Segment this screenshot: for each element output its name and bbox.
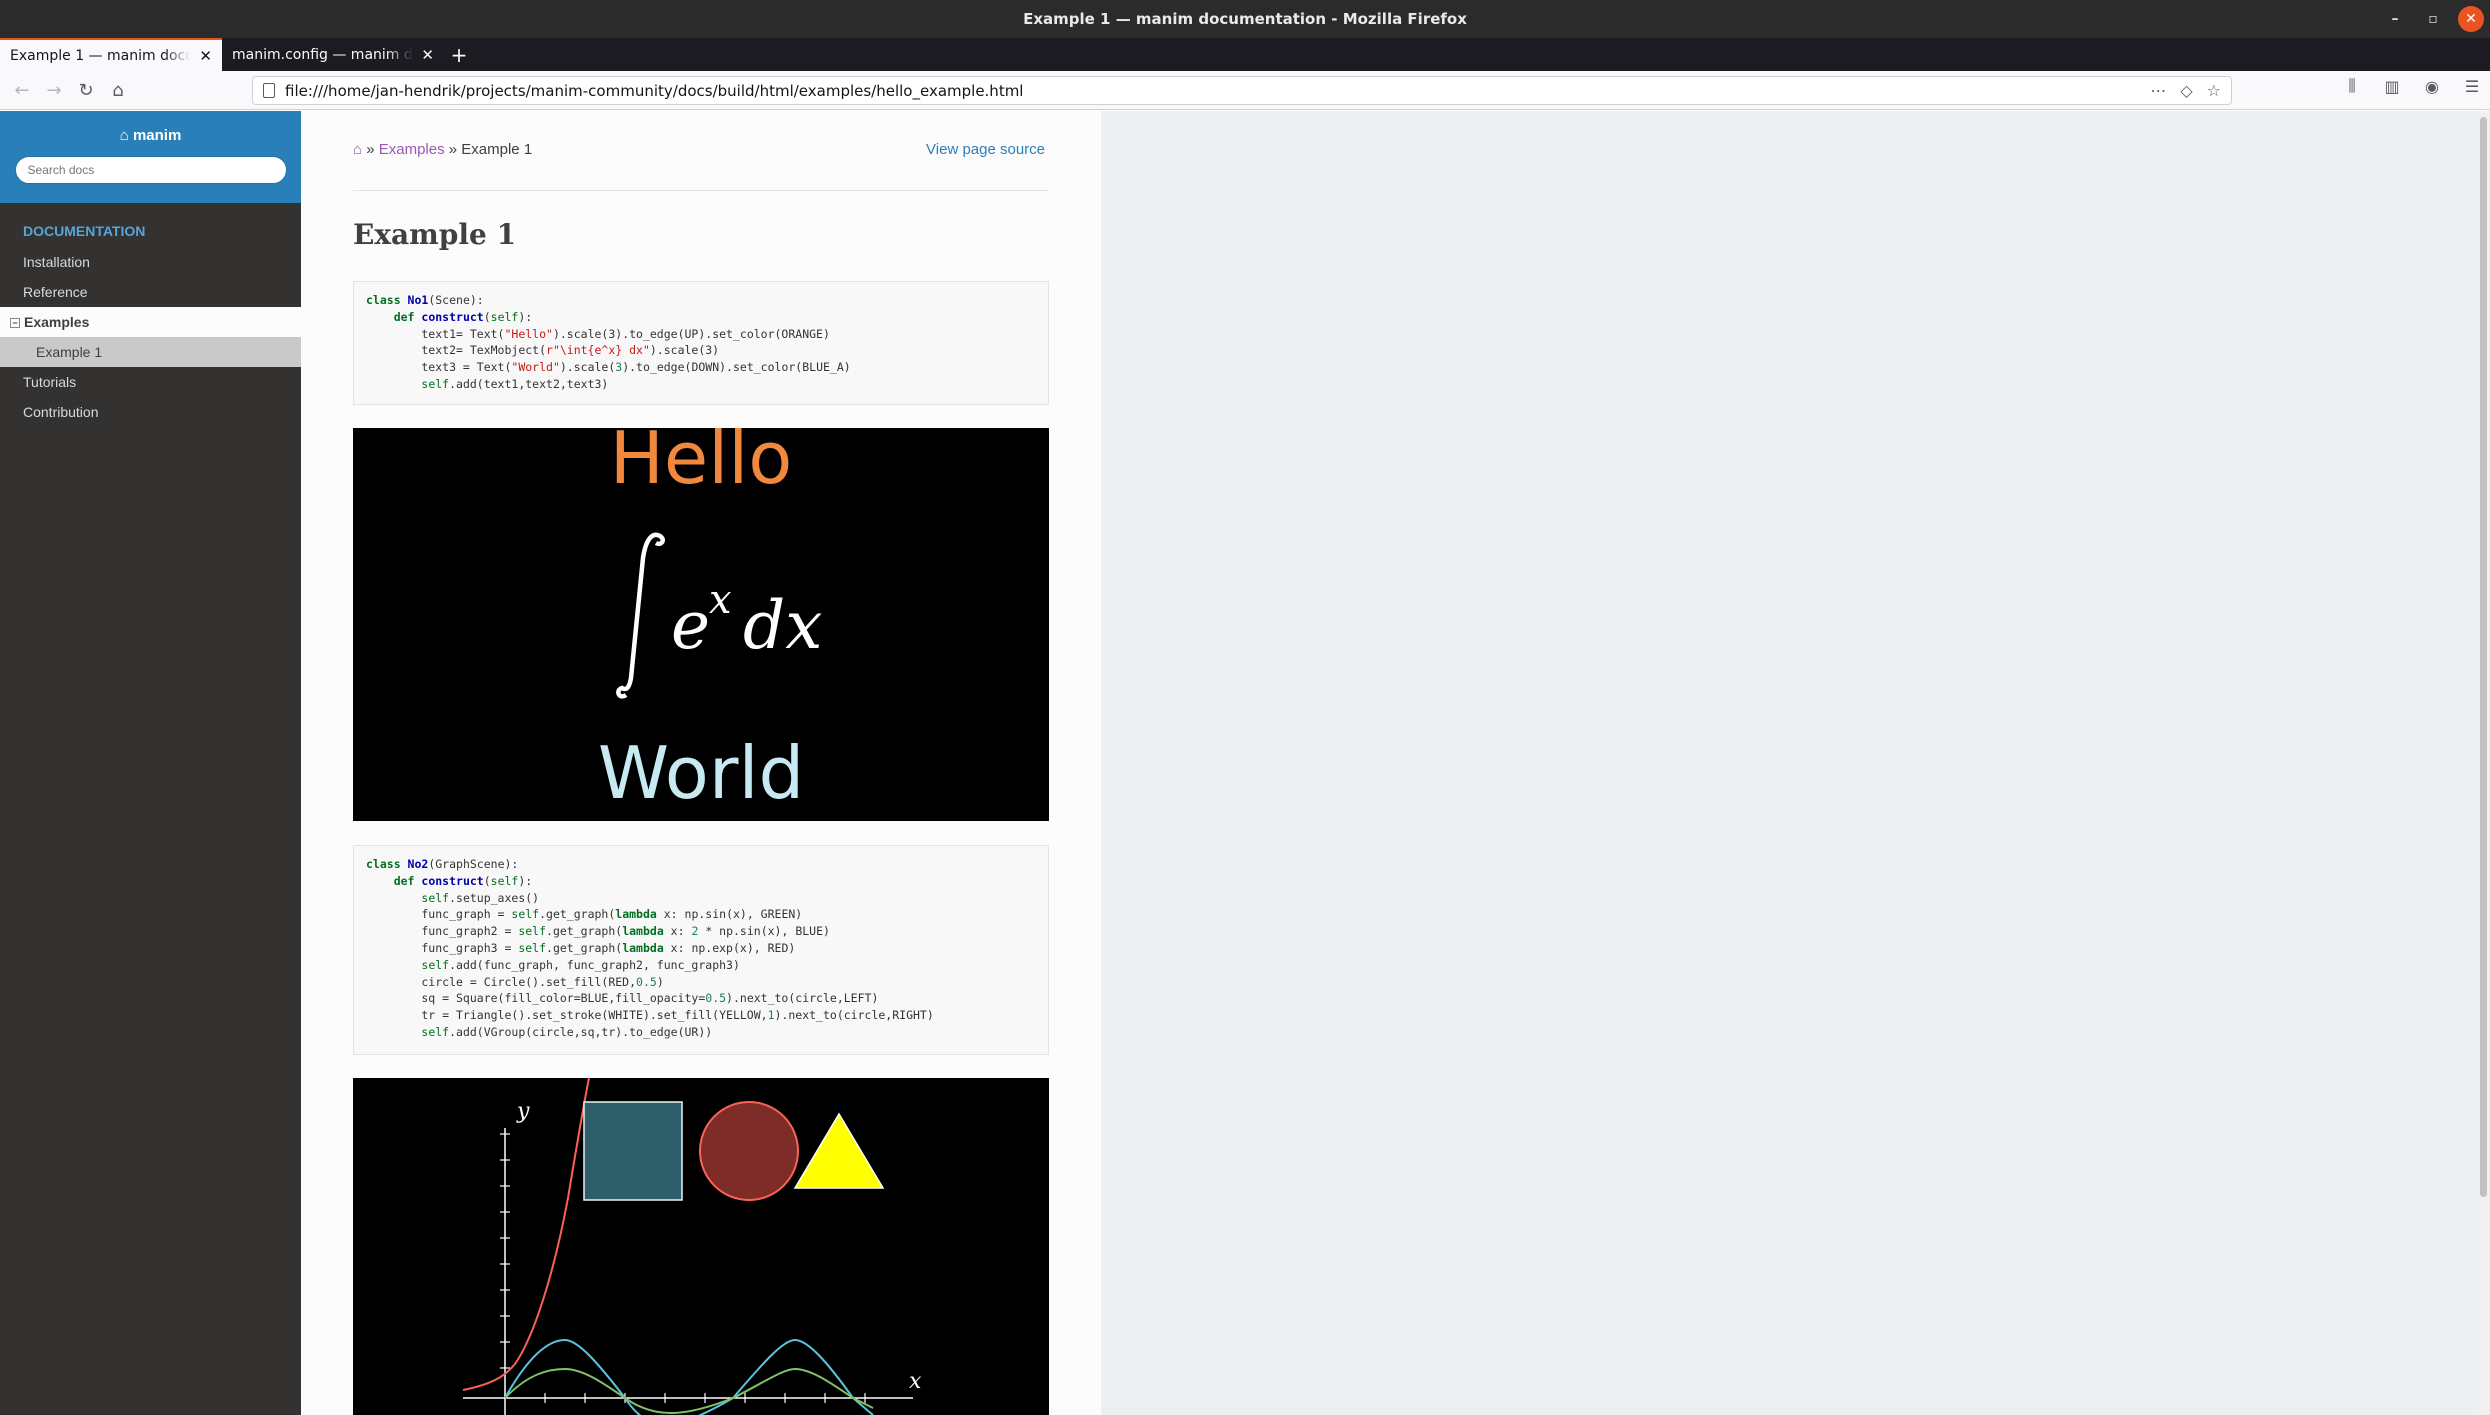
code-line: self.add(text1,text2,text3): [421, 376, 609, 391]
sidebar-item-installation[interactable]: Installation: [0, 247, 301, 277]
url-bar[interactable]: file:///home/jan-hendrik/projects/manim-…: [252, 76, 2232, 105]
view-page-source-link[interactable]: View page source: [926, 141, 1045, 158]
menu-icon[interactable]: ☰: [2458, 77, 2486, 96]
forward-icon[interactable]: →: [38, 74, 70, 106]
home-icon[interactable]: ⌂: [102, 74, 134, 106]
back-icon[interactable]: ←: [6, 74, 38, 106]
home-icon[interactable]: ⌂: [353, 141, 362, 158]
svg-text:dx: dx: [743, 587, 822, 664]
page-background: [1101, 111, 2477, 1415]
tab-manim-config[interactable]: manim.config — manim documentation ✕: [222, 38, 444, 71]
hello-world-scene: Hello e x dx World: [598, 428, 823, 815]
sidebar-item-examples[interactable]: − Examples: [0, 307, 301, 337]
search-docs-input[interactable]: [14, 156, 287, 184]
library-icon[interactable]: ⫼: [2338, 76, 2366, 96]
tab-bar: Example 1 — manim documentation ✕ manim.…: [0, 38, 2490, 71]
maximize-icon[interactable]: ▫: [2420, 6, 2446, 32]
right-toolbar: ⫼ ▥ ◉ ☰: [2338, 76, 2486, 96]
sidebar-toggle-icon[interactable]: ▥: [2378, 77, 2406, 96]
code-line: func_graph2 = self.get_graph(lambda x: 2…: [366, 924, 830, 939]
exp-curve: [462, 1078, 590, 1391]
manim-logo-link[interactable]: ⌂ manim: [0, 127, 301, 144]
account-icon[interactable]: ◉: [2418, 77, 2446, 96]
code-line: class No1(Scene):: [366, 293, 484, 307]
svg-text:x: x: [709, 577, 732, 623]
y-axis-label: y: [516, 1099, 530, 1124]
navigation-toolbar: ← → ↻ ⌂ file:///home/jan-hendrik/project…: [0, 71, 2490, 110]
graph-scene: y x: [462, 1078, 922, 1415]
x-axis-label: x: [909, 1369, 922, 1394]
code-line: sq = Square(fill_color=BLUE,fill_opacity…: [366, 991, 879, 1006]
svg-text:e: e: [671, 587, 710, 664]
triangle-shape: [793, 1112, 885, 1189]
code-line: class No2(GraphScene):: [366, 857, 519, 871]
tab-label: manim.config — manim documentation: [232, 46, 413, 63]
tab-label: Example 1 — manim documentation: [10, 47, 192, 64]
code-line: text1= Text("Hello").scale(3).to_edge(UP…: [366, 326, 830, 341]
window-title: Example 1 — manim documentation - Mozill…: [1023, 10, 1467, 28]
reload-icon[interactable]: ↻: [70, 74, 102, 106]
breadcrumb: ⌂ » Examples » Example 1 View page sourc…: [353, 141, 1045, 158]
code-block-no2[interactable]: class No2(GraphScene): def construct(sel…: [353, 845, 1049, 1055]
two-sin-curve: [504, 1338, 874, 1415]
sidebar-item-example-1[interactable]: Example 1: [0, 337, 301, 367]
breadcrumb-examples-link[interactable]: Examples: [379, 141, 445, 158]
pocket-icon[interactable]: ◇: [2180, 81, 2192, 100]
divider: [353, 190, 1049, 191]
world-text: World: [598, 731, 804, 815]
title-bar: Example 1 — manim documentation - Mozill…: [0, 0, 2490, 38]
code-line: def construct(self):: [393, 873, 533, 888]
sin-curve: [504, 1367, 874, 1414]
code-line: self.add(func_graph, func_graph2, func_g…: [421, 957, 740, 972]
code-line: def construct(self):: [393, 309, 533, 324]
circle-shape: [699, 1101, 799, 1201]
sidebar-item-contribution[interactable]: Contribution: [0, 397, 301, 427]
code-line: tr = Triangle().set_stroke(WHITE).set_fi…: [366, 1008, 934, 1023]
minimize-icon[interactable]: –: [2382, 6, 2408, 32]
close-window-icon[interactable]: ✕: [2458, 6, 2484, 32]
breadcrumb-current: » Example 1: [448, 141, 533, 158]
render-output-no1: Hello e x dx World: [353, 428, 1049, 821]
window-controls: – ▫ ✕: [2382, 6, 2484, 32]
scrollbar[interactable]: [2477, 111, 2490, 1415]
tab-close-icon[interactable]: ✕: [421, 46, 434, 64]
scrollbar-thumb[interactable]: [2480, 117, 2487, 1197]
page-actions-icon[interactable]: ⋯: [2150, 81, 2166, 100]
firefox-window: Example 1 — manim documentation - Mozill…: [0, 0, 2490, 1415]
docs-sidebar: ⌂ manim DOCUMENTATION Installation Refer…: [0, 111, 301, 1415]
sidebar-item-reference[interactable]: Reference: [0, 277, 301, 307]
tab-close-icon[interactable]: ✕: [199, 47, 212, 65]
code-block-no1[interactable]: class No1(Scene): def construct(self): t…: [353, 281, 1049, 405]
code-line: self.add(VGroup(circle,sq,tr).to_edge(UR…: [421, 1024, 713, 1039]
code-line: text3 = Text("World").scale(3).to_edge(D…: [366, 360, 851, 375]
collapse-icon[interactable]: −: [10, 318, 20, 329]
code-line: text2= TexMobject(r"\int{e^x} dx").scale…: [366, 343, 720, 358]
url-text[interactable]: file:///home/jan-hendrik/projects/manim-…: [285, 82, 2150, 100]
page-title: Example 1: [353, 218, 517, 251]
code-line: func_graph = self.get_graph(lambda x: np…: [366, 907, 803, 922]
code-line: func_graph3 = self.get_graph(lambda x: n…: [366, 940, 796, 955]
hello-text: Hello: [610, 428, 793, 500]
sidebar-item-tutorials[interactable]: Tutorials: [0, 367, 301, 397]
page-icon: [263, 83, 275, 98]
sidebar-caption: DOCUMENTATION: [23, 223, 146, 239]
sidebar-header: ⌂ manim: [0, 111, 301, 203]
code-line: self.setup_axes(): [421, 890, 540, 905]
square-shape: [583, 1101, 683, 1201]
integral-expression: e x dx: [616, 532, 822, 699]
code-line: circle = Circle().set_fill(RED,0.5): [366, 974, 664, 989]
house-icon: ⌂: [119, 127, 133, 144]
bookmark-star-icon[interactable]: ☆: [2207, 81, 2221, 100]
render-output-no2: y x: [353, 1078, 1049, 1415]
tab-example-1[interactable]: Example 1 — manim documentation ✕: [0, 38, 222, 71]
main-content: ⌂ » Examples » Example 1 View page sourc…: [301, 111, 1101, 1415]
new-tab-icon[interactable]: +: [444, 38, 474, 71]
